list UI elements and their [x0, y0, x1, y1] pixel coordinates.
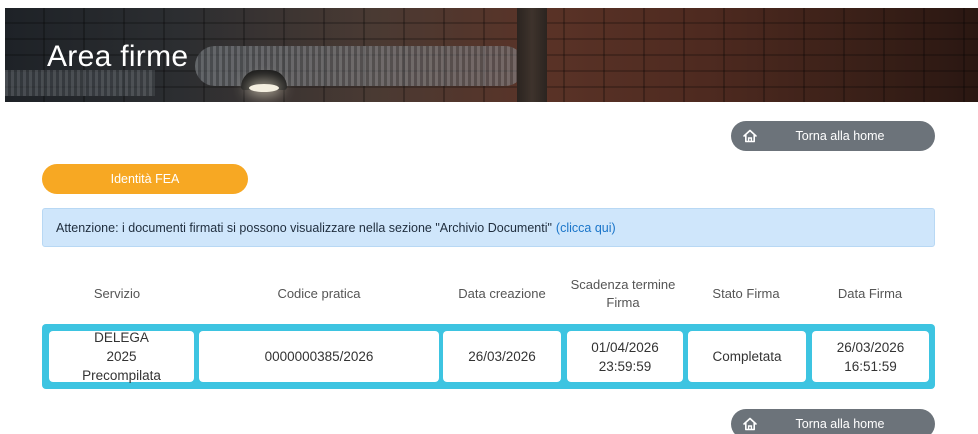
- home-icon: [731, 416, 769, 432]
- fea-identity-button[interactable]: Identità FEA: [42, 164, 248, 194]
- column-header-codice-pratica: Codice pratica: [277, 286, 361, 301]
- page-title: Area firme: [47, 40, 189, 73]
- column-header-scadenza-firma: Scadenza termine Firma: [570, 277, 676, 310]
- back-home-button-bottom[interactable]: Torna alla home: [731, 409, 935, 434]
- page-banner: Area firme: [5, 8, 978, 102]
- column-header-data-firma: Data Firma: [837, 286, 903, 301]
- back-home-label: Torna alla home: [795, 417, 885, 431]
- banner-lamp: [241, 70, 287, 92]
- info-alert: Attenzione: i documenti firmati si posso…: [42, 208, 935, 247]
- alert-text: Attenzione: i documenti firmati si posso…: [56, 220, 552, 235]
- archive-link[interactable]: (clicca qui): [556, 221, 616, 235]
- cell-data-creazione: 26/03/2026: [443, 331, 561, 382]
- column-header-stato-firma: Stato Firma: [712, 286, 780, 301]
- cell-servizio: DELEGA 2025 Precompilata: [49, 330, 194, 383]
- cell-scadenza-firma: 01/04/2026 23:59:59: [567, 331, 683, 382]
- cell-data-firma: 26/03/2026 16:51:59: [812, 331, 929, 382]
- home-icon: [731, 128, 769, 144]
- table-row[interactable]: DELEGA 2025 Precompilata 0000000385/2026…: [42, 324, 935, 389]
- column-header-data-creazione: Data creazione: [458, 286, 546, 301]
- back-home-label: Torna alla home: [795, 129, 885, 143]
- cell-stato-firma: Completata: [688, 331, 806, 382]
- back-home-button[interactable]: Torna alla home: [731, 121, 935, 151]
- banner-decoration: [517, 8, 547, 102]
- cell-codice-pratica: 0000000385/2026: [199, 331, 439, 382]
- column-header-servizio: Servizio: [93, 286, 141, 301]
